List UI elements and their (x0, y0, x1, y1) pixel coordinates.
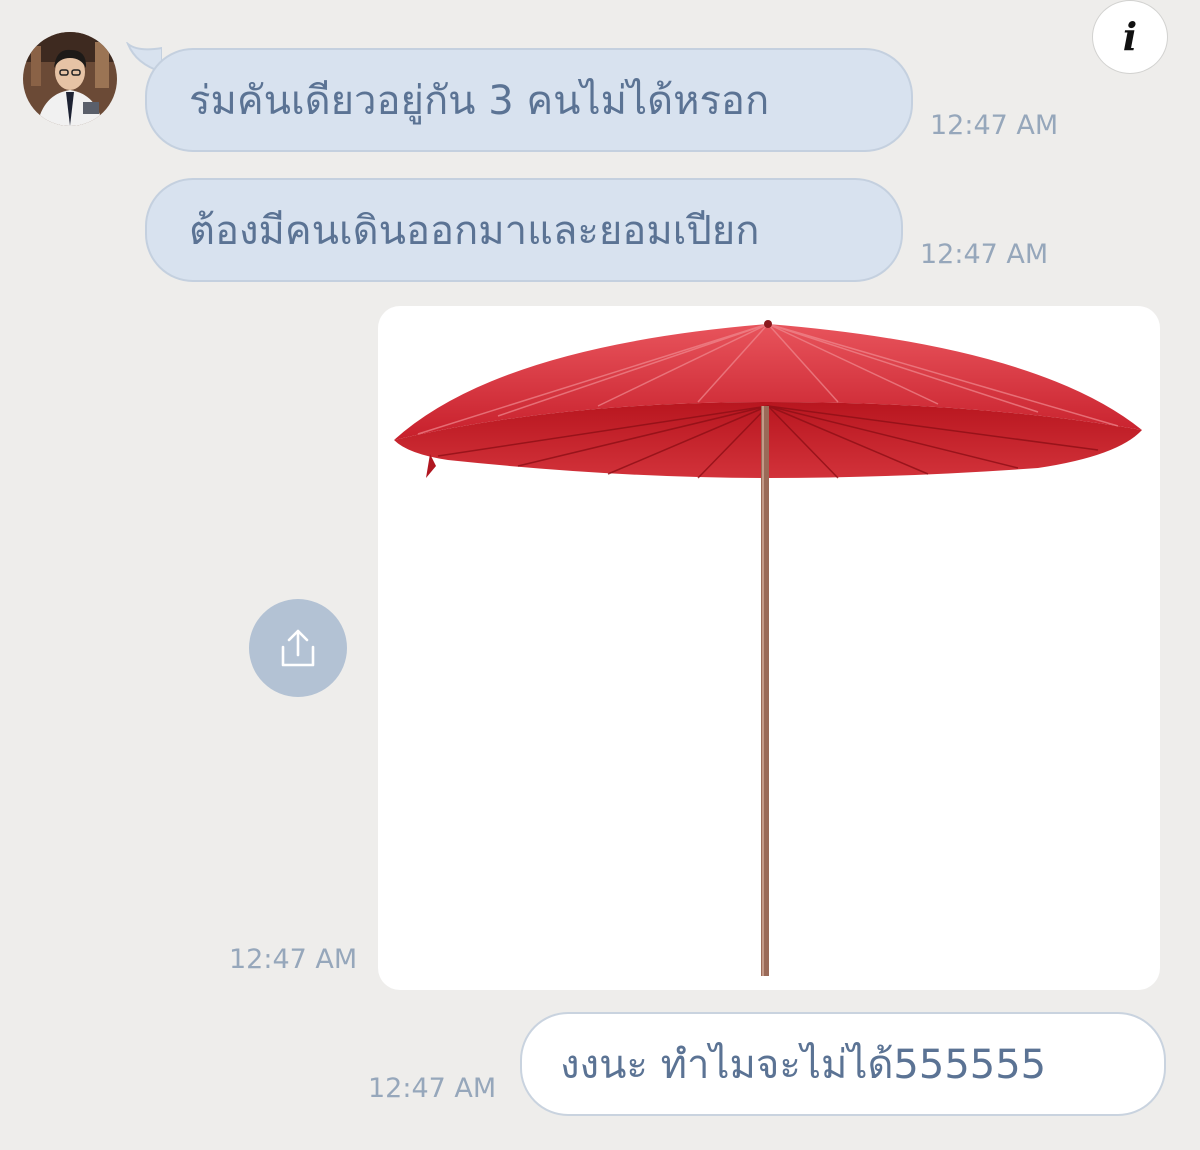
message-photo[interactable] (378, 306, 1160, 990)
message-text: ต้องมีคนเดินออกมาและยอมเปียก (189, 208, 760, 254)
message-bubble-incoming[interactable]: ร่มคันเดียวอยู่กัน 3 คนไม่ได้หรอก (145, 48, 913, 152)
message-timestamp: 12:47 AM (920, 239, 1049, 270)
info-button[interactable]: i (1092, 0, 1168, 74)
message-text: งงนะ ทำไมจะไม่ได้555555 (560, 1042, 1047, 1088)
message-bubble-outgoing[interactable]: งงนะ ทำไมจะไม่ได้555555 (520, 1012, 1166, 1116)
message-timestamp: 12:47 AM (930, 110, 1059, 141)
message-text: ร่มคันเดียวอยู่กัน 3 คนไม่ได้หรอก (189, 78, 770, 124)
message-timestamp: 12:47 AM (229, 944, 358, 975)
message-bubble-incoming[interactable]: ต้องมีคนเดินออกมาและยอมเปียก (145, 178, 903, 282)
share-button[interactable] (249, 599, 347, 697)
avatar-icon (23, 32, 117, 126)
contact-avatar[interactable] (23, 32, 117, 126)
umbrella-image (394, 320, 1142, 976)
info-icon: i (1122, 14, 1138, 59)
share-icon (281, 629, 315, 667)
message-timestamp: 12:47 AM (368, 1073, 497, 1104)
